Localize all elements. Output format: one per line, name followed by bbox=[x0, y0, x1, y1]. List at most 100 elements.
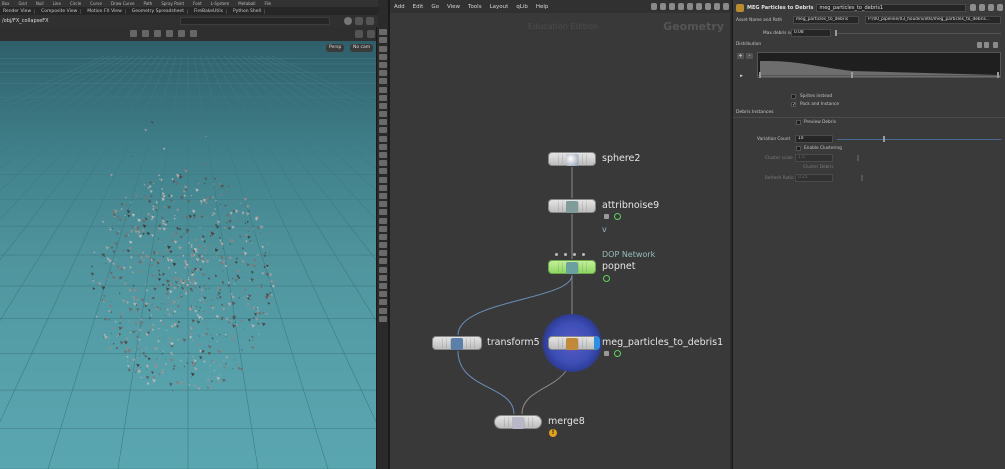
viewport-display-option-icon[interactable] bbox=[378, 307, 387, 314]
node-label-merge8[interactable]: merge8 bbox=[548, 416, 585, 427]
max-debris-scale-field[interactable]: 0.08 bbox=[791, 29, 831, 37]
viewport-display-option-icon[interactable] bbox=[378, 209, 387, 216]
shelf-tool[interactable]: Null bbox=[36, 1, 44, 6]
help-icon[interactable] bbox=[367, 30, 375, 38]
viewport-display-option-icon[interactable] bbox=[378, 160, 387, 167]
ramp-add-point-button[interactable]: + bbox=[737, 53, 744, 59]
bypass-flag-icon[interactable] bbox=[614, 213, 621, 220]
shelf-tool[interactable]: Font bbox=[193, 1, 202, 6]
input-port[interactable] bbox=[582, 253, 585, 256]
viewport-display-option-icon[interactable] bbox=[378, 86, 387, 93]
viewer-tab[interactable]: Geometry Spreadsheet bbox=[129, 8, 188, 14]
network-editor-pane[interactable]: Add Edit Go View Tools Layout qLib Help Educati… bbox=[388, 0, 730, 469]
ramp-preset-icon[interactable] bbox=[977, 42, 982, 48]
viewport-display-option-icon[interactable] bbox=[378, 127, 387, 134]
shelf-tool[interactable]: Box bbox=[2, 1, 9, 6]
node-popnet[interactable] bbox=[548, 260, 596, 274]
viewer-tab[interactable]: Python Shell bbox=[230, 8, 265, 14]
viewport-display-option-icon[interactable] bbox=[378, 201, 387, 208]
3d-viewport[interactable]: Persp No cam bbox=[0, 41, 376, 469]
ramp-settings-icon[interactable] bbox=[993, 42, 998, 48]
shelf-tool[interactable]: Metaball bbox=[238, 1, 255, 6]
ramp-position-track[interactable] bbox=[757, 75, 1001, 76]
node-transform5[interactable] bbox=[432, 336, 482, 350]
settings-icon[interactable] bbox=[366, 17, 374, 25]
viewer-tab[interactable]: Composite View bbox=[38, 8, 82, 14]
ramp-key-handle[interactable] bbox=[759, 72, 761, 78]
scale-tool-icon[interactable] bbox=[166, 30, 173, 37]
input-port[interactable] bbox=[564, 253, 567, 256]
lock-icon[interactable] bbox=[355, 30, 363, 38]
ramp-key-handle[interactable] bbox=[851, 72, 853, 78]
node-meg-particles-to-debris1[interactable] bbox=[548, 336, 600, 350]
help-icon[interactable] bbox=[988, 4, 994, 11]
shelf-tool[interactable]: Path bbox=[144, 1, 153, 6]
viewport-display-option-icon[interactable] bbox=[378, 250, 387, 257]
node-label-sphere2[interactable]: sphere2 bbox=[602, 153, 640, 164]
viewport-display-option-icon[interactable] bbox=[378, 283, 387, 289]
viewport-display-option-icon[interactable] bbox=[378, 168, 387, 175]
viewport-display-option-icon[interactable] bbox=[378, 258, 387, 265]
viewport-display-option-icon[interactable] bbox=[378, 45, 387, 52]
parm-tree-icon[interactable] bbox=[979, 4, 985, 11]
ramp-remove-point-button[interactable]: - bbox=[746, 53, 753, 59]
max-debris-scale-slider[interactable] bbox=[835, 33, 1001, 34]
viewport-display-option-icon[interactable] bbox=[378, 143, 387, 150]
node-label-meg-particles-to-debris1[interactable]: meg_particles_to_debris1 bbox=[602, 337, 723, 348]
viewport-display-option-icon[interactable] bbox=[378, 53, 387, 60]
shelf-tool[interactable]: Line bbox=[53, 1, 61, 6]
ramp-interp-icon[interactable]: ▸ bbox=[738, 73, 745, 79]
viewport-display-option-icon[interactable] bbox=[378, 225, 387, 232]
node-label-transform5[interactable]: transform5 bbox=[487, 337, 540, 348]
link-icon[interactable] bbox=[344, 17, 352, 25]
node-name-field[interactable]: meg_particles_to_debris1 bbox=[816, 4, 967, 12]
viewport-display-option-icon[interactable] bbox=[378, 102, 387, 109]
viewport-display-option-icon[interactable] bbox=[378, 94, 387, 101]
shelf-tool[interactable]: Spray Paint bbox=[161, 1, 184, 6]
node-attribnoise9[interactable] bbox=[548, 199, 596, 213]
viewport-display-option-icon[interactable] bbox=[378, 242, 387, 249]
viewport-display-option-icon[interactable] bbox=[378, 135, 387, 142]
variation-count-handle[interactable] bbox=[883, 136, 885, 142]
variation-count-slider[interactable] bbox=[837, 139, 1001, 140]
viewer-tab[interactable]: Render View bbox=[0, 8, 36, 14]
warning-icon[interactable]: ! bbox=[549, 429, 557, 437]
snap-icon[interactable] bbox=[190, 30, 197, 37]
viewport-display-option-icon[interactable] bbox=[378, 119, 387, 126]
viewport-display-option-icon[interactable] bbox=[378, 78, 387, 85]
viewport-display-option-icon[interactable] bbox=[378, 37, 387, 44]
asset-path-field[interactable]: P:/00_pipeline/03_houdini/otls/meg_parti… bbox=[865, 16, 1001, 24]
viewport-display-option-icon[interactable] bbox=[378, 274, 387, 281]
handle-tool-icon[interactable] bbox=[178, 30, 185, 37]
viewport-display-option-icon[interactable] bbox=[378, 61, 387, 68]
ramp-key-handle[interactable] bbox=[997, 72, 999, 78]
viewer-path-dropdown[interactable] bbox=[180, 17, 330, 25]
shelf-tool[interactable]: Grid bbox=[18, 1, 26, 6]
viewport-display-option-icon[interactable] bbox=[378, 299, 387, 306]
asset-name-field[interactable]: meg_particles_to_debris bbox=[793, 16, 859, 24]
node-label-attribnoise9[interactable]: attribnoise9 bbox=[602, 200, 659, 211]
input-port[interactable] bbox=[555, 253, 558, 256]
ramp-copy-icon[interactable] bbox=[984, 42, 989, 48]
viewport-display-option-icon[interactable] bbox=[378, 111, 387, 118]
shelf-tool[interactable]: L-System bbox=[211, 1, 230, 6]
viewport-display-option-icon[interactable] bbox=[378, 315, 387, 322]
input-port[interactable] bbox=[573, 253, 576, 256]
camera-menu[interactable]: No cam bbox=[350, 44, 374, 52]
node-sphere2[interactable] bbox=[548, 152, 596, 166]
select-tool-icon[interactable] bbox=[130, 30, 137, 37]
viewport-display-option-icon[interactable] bbox=[378, 184, 387, 191]
node-label-popnet[interactable]: popnet bbox=[602, 261, 635, 272]
viewport-display-option-icon[interactable] bbox=[378, 233, 387, 240]
enable-clustering-checkbox[interactable] bbox=[796, 146, 801, 151]
node-merge8[interactable] bbox=[494, 415, 542, 429]
viewer-tab[interactable]: Motion FX View bbox=[84, 8, 126, 14]
viewport-display-option-icon[interactable] bbox=[378, 152, 387, 158]
viewer-path[interactable]: /obj/FX_collapseFX bbox=[2, 18, 49, 24]
rotate-tool-icon[interactable] bbox=[154, 30, 161, 37]
viewport-display-option-icon[interactable] bbox=[378, 192, 387, 199]
bypass-flag-icon[interactable] bbox=[614, 350, 621, 357]
variation-count-field[interactable]: 10 bbox=[795, 135, 833, 143]
persp-camera-menu[interactable]: Persp bbox=[326, 44, 345, 52]
pin-icon[interactable] bbox=[355, 17, 363, 25]
